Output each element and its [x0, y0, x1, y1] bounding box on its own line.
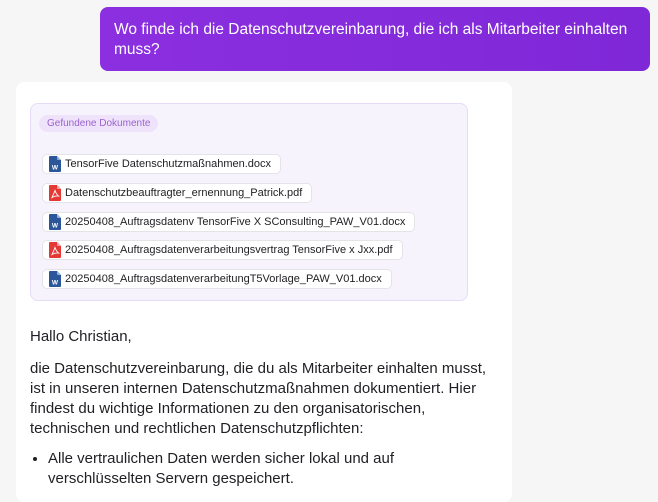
found-documents-badge: Gefundene Dokumente: [39, 115, 159, 132]
document-chip-3[interactable]: W 20250408_Auftragsdatenv TensorFive X S…: [42, 212, 416, 232]
document-chip-2[interactable]: Datenschutzbeauftragter_ernennung_Patric…: [42, 183, 313, 203]
pdf-file-icon: [49, 242, 61, 258]
svg-text:W: W: [52, 223, 59, 230]
assistant-message-text: Hallo Christian, die Datenschutzvereinba…: [30, 327, 500, 489]
bullet-list: Alle vertraulichen Daten werden sicher l…: [30, 449, 500, 489]
user-message-text: Wo finde ich die Datenschutzvereinbarung…: [114, 21, 628, 58]
document-name: 20250408_AuftragsdatenverarbeitungT5Vorl…: [65, 273, 382, 285]
document-name: 20250408_Auftragsdatenv TensorFive X SCo…: [65, 216, 406, 228]
word-file-icon: W: [49, 271, 61, 287]
assistant-message-card: Gefundene Dokumente W TensorFive Datensc…: [16, 82, 512, 502]
document-name: 20250408_Auftragsdatenverarbeitungsvertr…: [65, 244, 393, 256]
user-message-bubble: Wo finde ich die Datenschutzvereinbarung…: [100, 7, 650, 71]
pdf-file-icon: [49, 185, 61, 201]
greeting-text: Hallo Christian,: [30, 328, 132, 345]
bullet-item: Alle vertraulichen Daten werden sicher l…: [48, 449, 500, 489]
word-file-icon: W: [49, 156, 61, 172]
document-chip-4[interactable]: 20250408_Auftragsdatenverarbeitungsvertr…: [42, 240, 403, 260]
svg-text:W: W: [52, 280, 59, 287]
document-chip-5[interactable]: W 20250408_AuftragsdatenverarbeitungT5Vo…: [42, 269, 392, 289]
word-file-icon: W: [49, 214, 61, 230]
svg-text:W: W: [52, 165, 59, 172]
document-chip-1[interactable]: W TensorFive Datenschutzmaßnahmen.docx: [42, 154, 282, 174]
document-name: TensorFive Datenschutzmaßnahmen.docx: [65, 158, 272, 170]
document-name: Datenschutzbeauftragter_ernennung_Patric…: [65, 187, 303, 199]
intro-paragraph: die Datenschutzvereinbarung, die du als …: [30, 360, 487, 437]
found-documents-panel: Gefundene Dokumente W TensorFive Datensc…: [30, 103, 468, 301]
